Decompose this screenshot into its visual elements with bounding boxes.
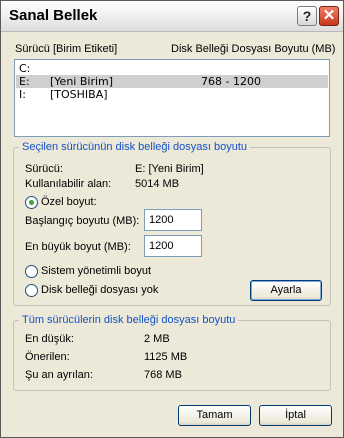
custom-size-label: Özel boyut: bbox=[41, 196, 97, 208]
no-paging-file-radio[interactable] bbox=[25, 284, 38, 297]
drive-row-c[interactable]: C: bbox=[16, 62, 328, 75]
drive-label: [TOSHIBA] bbox=[50, 88, 108, 101]
drive-value-text: E: [Yeni Birim] bbox=[135, 163, 204, 175]
system-managed-radio[interactable] bbox=[25, 265, 38, 278]
close-icon: ✕ bbox=[322, 7, 336, 24]
size-column-header: Disk Belleği Dosyası Boyutu (MB) bbox=[171, 43, 336, 55]
drive-column-header: Sürücü bbox=[15, 43, 50, 55]
drive-row-e[interactable]: E: [Yeni Birim] 768 - 1200 bbox=[16, 75, 328, 88]
max-size-input[interactable]: 1200 bbox=[144, 235, 202, 257]
minimum-size-value: 2 MB bbox=[144, 333, 170, 345]
close-button[interactable]: ✕ bbox=[319, 6, 339, 26]
cancel-button[interactable]: İptal bbox=[259, 405, 332, 426]
available-space-value: 5014 MB bbox=[135, 178, 180, 190]
initial-size-label: Başlangıç boyutu (MB): bbox=[25, 215, 140, 227]
system-managed-label: Sistem yönetimli boyut bbox=[41, 265, 152, 277]
drive-label: [Yeni Birim] bbox=[50, 75, 114, 88]
title-bar: Sanal Bellek ? ✕ bbox=[1, 1, 343, 32]
available-space-label: Kullanılabilir alan: bbox=[25, 178, 112, 190]
custom-size-radio[interactable] bbox=[25, 196, 38, 209]
window-title: Sanal Bellek bbox=[9, 7, 98, 24]
drive-label-text: Sürücü: bbox=[25, 163, 63, 175]
ok-button[interactable]: Tamam bbox=[178, 405, 251, 426]
question-mark-icon: ? bbox=[302, 8, 312, 24]
drive-letter: E: bbox=[19, 75, 30, 88]
all-drives-group-title: Tüm sürücülerin disk belleği dosyası boy… bbox=[19, 314, 239, 327]
drive-row-i[interactable]: I: [TOSHIBA] bbox=[16, 88, 328, 101]
drive-letter: C: bbox=[19, 62, 31, 75]
radio-selected-dot bbox=[29, 200, 34, 205]
no-paging-file-label: Disk belleği dosyası yok bbox=[41, 284, 159, 296]
selected-drive-group-title: Seçilen sürücünün disk belleği dosyası b… bbox=[19, 141, 251, 154]
allocated-size-value: 768 MB bbox=[144, 369, 182, 381]
drive-letter: I: bbox=[19, 88, 26, 101]
set-button[interactable]: Ayarla bbox=[250, 280, 322, 301]
max-size-label: En büyük boyut (MB): bbox=[25, 241, 131, 253]
recommended-size-value: 1125 MB bbox=[144, 351, 188, 363]
help-button[interactable]: ? bbox=[297, 6, 317, 26]
initial-size-input[interactable]: 1200 bbox=[144, 209, 202, 231]
allocated-size-label: Şu an ayrılan: bbox=[25, 369, 93, 381]
virtual-memory-dialog: Sanal Bellek ? ✕ Sürücü [Birim Etiketi] … bbox=[0, 0, 344, 438]
minimum-size-label: En düşük: bbox=[25, 333, 74, 345]
drive-list[interactable]: C: E: [Yeni Birim] 768 - 1200 I: [TOSHIB… bbox=[14, 59, 330, 137]
label-column-header: [Birim Etiketi] bbox=[53, 43, 118, 55]
drive-size: 768 - 1200 bbox=[201, 75, 261, 88]
recommended-size-label: Önerilen: bbox=[25, 351, 70, 363]
